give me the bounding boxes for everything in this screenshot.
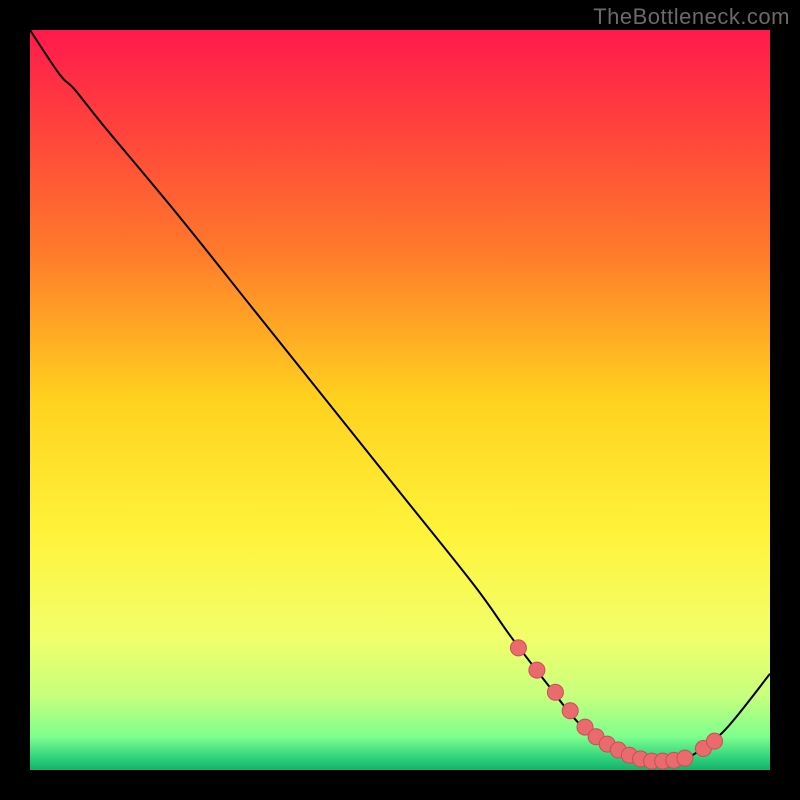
- chart-frame: TheBottleneck.com: [0, 0, 800, 800]
- chart-svg: [30, 30, 770, 770]
- chart-marker-point: [677, 750, 693, 766]
- chart-plot-area: [30, 30, 770, 770]
- chart-marker-point: [510, 640, 526, 656]
- chart-background-gradient: [30, 30, 770, 770]
- chart-marker-point: [562, 703, 578, 719]
- watermark-text: TheBottleneck.com: [593, 4, 790, 30]
- chart-marker-point: [707, 733, 723, 749]
- chart-marker-point: [547, 684, 563, 700]
- chart-marker-point: [529, 662, 545, 678]
